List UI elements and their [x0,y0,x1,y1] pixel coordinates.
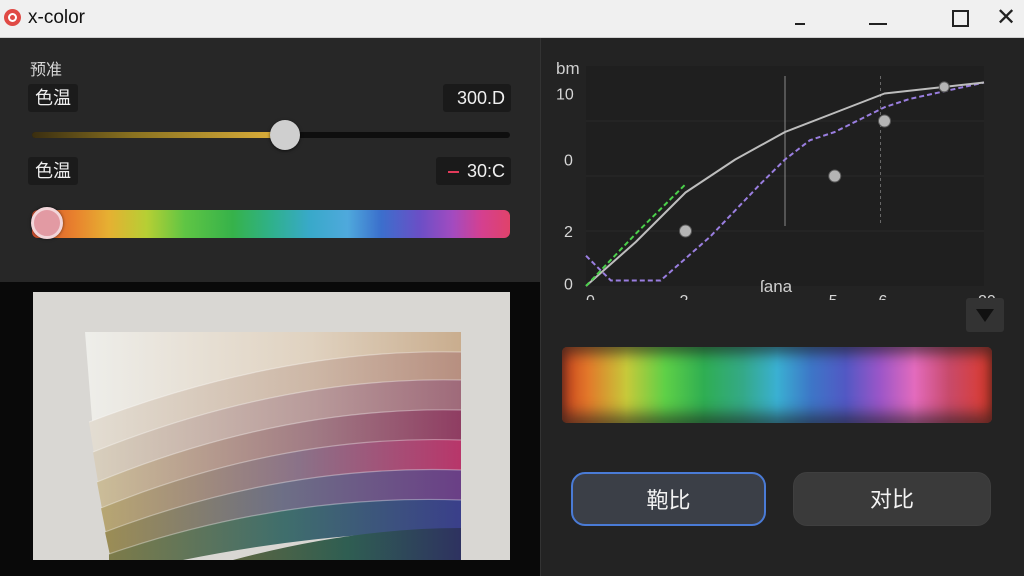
tone-curve-chart[interactable]: 02562010020 bm ſana [540,38,1024,300]
curve-control-point[interactable] [679,224,692,238]
y-tick-label: 2 [564,224,573,241]
minus-icon [795,23,805,25]
tint-value-text: 30:C [466,161,505,181]
compare-button[interactable]: 对比 [793,472,991,526]
color-swatch-icon [447,171,459,174]
y-tick-label: 10 [556,87,574,104]
maximize-icon [951,10,969,27]
title-bar: x-color ✕ [0,0,1024,38]
temperature-slider[interactable] [32,120,510,150]
temperature-value-field[interactable]: 300.D [443,84,511,112]
x-tick-label: 5 [829,293,838,300]
minimize-icon [869,23,887,25]
window-title: x-color [28,7,86,28]
x-tick-label: 6 [879,293,888,300]
y-tick-label: 0 [564,276,573,293]
chart-y-axis-label: bm [556,59,580,78]
slider-fill [32,132,286,138]
tint-label-chip: 色温 [28,157,78,185]
temperature-label-chip: 色温 [28,84,78,112]
maximize-button[interactable] [938,0,982,38]
curve-control-point[interactable] [938,81,950,93]
y-tick-label: 0 [564,153,573,170]
dropdown-button[interactable] [966,298,1004,332]
chart-x-axis-label: ſana [760,277,793,296]
photo-image [33,292,510,560]
color-spectrum-bar[interactable] [562,347,992,423]
color-swatch-photo [33,292,510,560]
close-button[interactable]: ✕ [984,0,1024,38]
curve-control-point[interactable] [878,114,891,128]
section-label: 预准 [30,62,63,79]
x-tick-label: 0 [586,293,595,300]
minimize-small-button[interactable] [778,0,822,38]
minimize-button[interactable] [856,0,900,38]
x-tick-label: 2 [680,293,689,300]
hue-slider[interactable] [32,210,510,238]
hue-slider-thumb[interactable] [31,207,63,239]
app-logo-icon [4,9,21,26]
tint-value-field[interactable]: 30:C [436,157,511,185]
curve-control-point[interactable] [828,169,842,183]
preview-button[interactable]: 鞄比 [571,472,766,526]
